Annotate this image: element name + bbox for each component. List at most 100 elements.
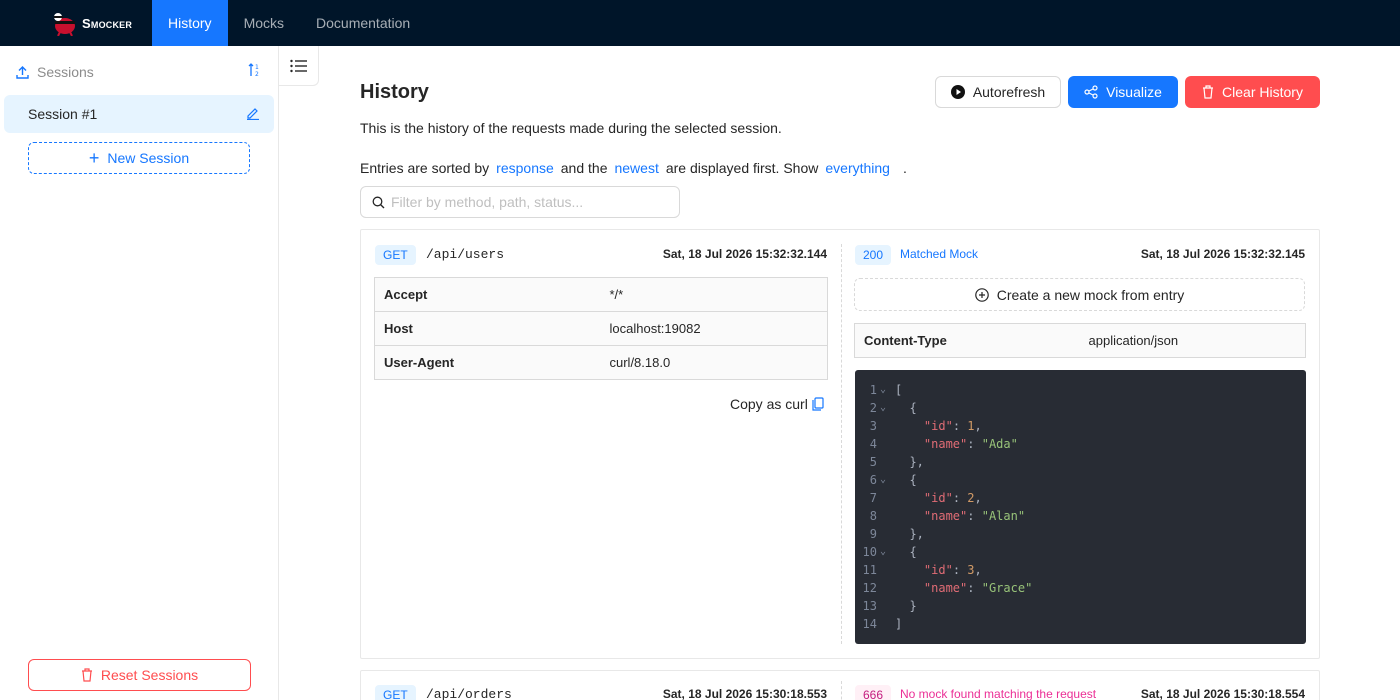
request-path: /api/users [426,247,505,262]
entry-divider [841,244,842,644]
response-body-code[interactable]: 1 ⌄[ 2 ⌄ { 3 "id": 1, 4 "name": "Ada" 5 },… [855,370,1306,644]
line-number: 12 [862,581,877,595]
toc-toggle-button[interactable] [279,46,319,86]
sort-field-select[interactable]: response [489,160,561,176]
table-row: Accept */* [374,277,828,312]
copy-icon [812,397,824,411]
reset-sessions-button[interactable]: Reset Sessions [28,659,251,691]
svg-text:1: 1 [255,64,259,71]
fold-icon[interactable]: ⌄ [877,471,895,489]
graph-icon [1084,85,1098,99]
filter-box[interactable] [360,186,680,218]
line-number: 8 [869,509,877,523]
sort-order-select[interactable]: newest [607,160,665,176]
json-key: "name" [923,581,968,595]
fold-icon[interactable]: ⌄ [877,381,895,399]
header-value: localhost:19082 [600,311,828,346]
sessions-label: Sessions [37,64,94,80]
top-nav: Smocker History Mocks Documentation [0,0,1400,46]
code-line: 11 "id": 3, [855,561,1306,579]
line-number: 3 [869,419,877,433]
sort-icon[interactable]: 12 [248,62,262,81]
edit-icon[interactable] [246,106,260,123]
json-string: "Grace" [981,581,1033,595]
code-line: 3 "id": 1, [855,417,1306,435]
code-line: 13 } [855,597,1306,615]
reset-sessions-label: Reset Sessions [100,667,199,683]
line-number: 6 [869,473,877,487]
show-filter-select[interactable]: everything [818,160,903,176]
upload-icon[interactable] [16,65,29,79]
page-description: This is the history of the requests made… [360,120,782,136]
code-line: 5 }, [855,453,1306,471]
header-key: Content-Type [864,333,947,348]
table-row: Content-Type application/json [855,324,1306,358]
tab-documentation[interactable]: Documentation [300,0,426,46]
header-value: curl/8.18.0 [609,355,671,370]
line-number: 13 [862,599,877,613]
new-session-label: New Session [107,150,190,166]
autorefresh-button[interactable]: Autorefresh [935,76,1061,108]
line-number: 1 [869,383,877,397]
response-headers-table: Content-Type application/json [854,323,1306,358]
filter-input[interactable] [391,194,661,210]
history-entry: GET /api/users Sat, 18 Jul 2026 15:32:32… [360,229,1320,659]
smocker-logo-icon [50,10,78,37]
sessions-sidebar: Sessions 12 Session #1 + New Session Res… [0,46,279,700]
history-entry: GET /api/orders Sat, 18 Jul 2026 15:30:1… [360,670,1320,700]
fold-icon[interactable]: ⌄ [877,399,895,417]
json-key: "name" [923,509,968,523]
tab-mocks[interactable]: Mocks [228,0,300,46]
tab-history[interactable]: History [152,0,228,46]
sessions-header: Sessions 12 [16,62,262,82]
clear-history-button[interactable]: Clear History [1185,76,1320,108]
brand[interactable]: Smocker [0,0,152,46]
json-key: "id" [923,419,953,433]
request-date: Sat, 18 Jul 2026 15:30:18.553 [662,687,827,700]
header-key: Host [374,311,601,346]
code-text: { [895,401,917,415]
header-key: Accept [374,277,601,312]
method-tag: GET [375,245,416,265]
sort-text-4: . [902,160,907,176]
status-badge: 666 [855,685,892,700]
code-text: [ [895,383,903,397]
brand-name: Smocker [82,15,133,31]
fold-icon[interactable]: ⌄ [877,543,895,561]
code-line: 7 "id": 2, [855,489,1306,507]
request-date: Sat, 18 Jul 2026 15:32:32.144 [662,247,827,261]
code-line: 2 ⌄ { [855,399,1306,417]
json-key: "name" [923,437,968,451]
plus-icon: + [88,148,100,168]
line-number: 9 [869,527,877,541]
code-line: 6 ⌄ { [855,471,1306,489]
plus-circle-icon [974,287,989,302]
line-number: 11 [862,563,877,577]
line-number: 4 [869,437,877,451]
line-number: 10 [862,545,877,559]
copy-as-curl-button[interactable]: Copy as curl [730,396,824,412]
new-session-button[interactable]: + New Session [28,142,250,174]
line-number: 5 [869,455,877,469]
mock-status-text: No mock found matching the request [900,687,1097,700]
svg-text:2: 2 [255,71,259,78]
code-line: 12 "name": "Grace" [855,579,1306,597]
header-value: */* [600,277,828,312]
visualize-button[interactable]: Visualize [1068,76,1178,108]
trash-icon [1203,85,1214,99]
response-date: Sat, 18 Jul 2026 15:32:32.145 [1140,247,1305,261]
code-line: 14] [855,615,1306,633]
trash-icon [81,668,92,682]
copy-curl-label: Copy as curl [730,396,808,412]
code-line: 4 "name": "Ada" [855,435,1306,453]
session-item[interactable]: Session #1 [4,95,274,133]
line-number: 2 [869,401,877,415]
sort-text-3: are displayed first. Show [665,160,819,176]
create-mock-button[interactable]: Create a new mock from entry [854,278,1305,311]
table-row: Host localhost:19082 [374,311,828,346]
entry-divider [841,681,842,700]
autorefresh-label: Autorefresh [972,84,1046,100]
create-mock-label: Create a new mock from entry [996,286,1185,303]
mock-status-link[interactable]: Matched Mock [900,247,978,261]
clear-history-label: Clear History [1222,84,1303,100]
